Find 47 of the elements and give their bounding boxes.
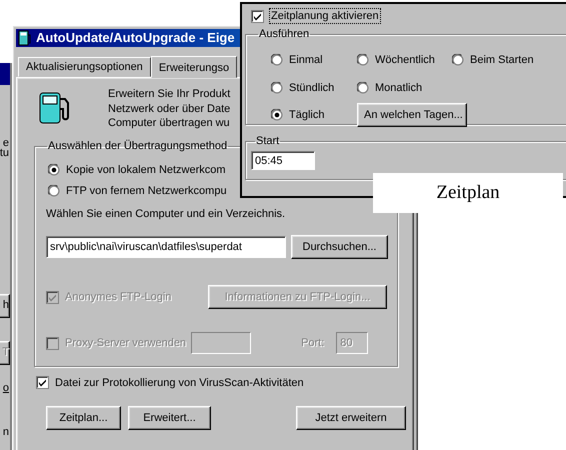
option-label[interactable]: Beim Starten <box>470 53 534 68</box>
label: n <box>2 425 9 440</box>
radio-button[interactable] <box>271 54 283 66</box>
option-label[interactable]: Monatlich <box>375 80 422 95</box>
option-label[interactable]: Täglich <box>289 108 324 122</box>
dialog-button[interactable]: Erweitert... <box>128 406 211 430</box>
dialog-button[interactable]: Jetzt erweitern <box>296 406 406 430</box>
fuel-pump-icon <box>18 30 32 46</box>
checkbox-label[interactable]: Datei zur Protokollierung von VirusScan-Aktivitäten <box>55 376 304 390</box>
dialog-button[interactable]: Zeitplan... <box>46 406 121 430</box>
option-label[interactable]: FTP von fernem Netzwerkcompu <box>66 184 227 198</box>
label: tu <box>0 146 9 160</box>
caption-tooltip: Zeitplan <box>373 173 563 213</box>
checkbox[interactable] <box>36 376 49 390</box>
radio-button[interactable] <box>271 82 283 94</box>
group-title: Start <box>255 136 280 148</box>
browse-button[interactable]: Durchsuchen... <box>291 235 388 260</box>
prompt-text: Wählen Sie einen Computer und ein Verzeichnis. <box>46 207 286 222</box>
radio-button[interactable] <box>48 164 60 176</box>
checkbox[interactable] <box>251 10 264 23</box>
intro-text: Erweitern Sie Ihr Produkt Netzwerk oder über Date Computer übertragen wu <box>108 87 230 130</box>
days-button[interactable]: An welchen Tagen... <box>357 103 467 128</box>
path-field[interactable]: srv\public\nai\viruscan\datfiles\superdat <box>46 236 286 258</box>
group-title: Ausführen <box>258 29 310 40</box>
link[interactable]: o <box>2 381 9 396</box>
checkbox-label[interactable]: Zeitplanung aktivieren <box>270 9 380 24</box>
label: e <box>2 136 9 149</box>
option-label[interactable]: Wöchentlich <box>375 53 435 68</box>
group-title: Auswählen der Übertragungsmethod <box>47 140 228 152</box>
radio-button[interactable] <box>271 109 283 122</box>
radio-button[interactable] <box>357 54 369 66</box>
radio-button[interactable] <box>48 184 60 197</box>
radio-button[interactable] <box>452 54 464 66</box>
option-label[interactable]: Kopie von lokalem Netzwerkcom <box>66 162 226 177</box>
option-label[interactable]: Einmal <box>289 53 323 68</box>
fuel-pump-icon <box>38 91 72 125</box>
checkbox-label: Proxy-Server verwenden <box>65 336 186 351</box>
proxy-field[interactable] <box>191 332 252 354</box>
tab[interactable]: Aktualisierungsoptionen <box>18 56 151 77</box>
time-field[interactable]: 05:45 <box>251 151 315 170</box>
button[interactable]: h <box>0 294 10 318</box>
port-label: Port: <box>301 336 324 351</box>
tab[interactable]: Erweiterungso <box>150 56 238 78</box>
window-title: AutoUpdate/AutoUpgrade - Eige <box>36 30 235 46</box>
option-label[interactable]: Stündlich <box>289 80 334 95</box>
checkbox-label: Anonymes FTP-Login <box>65 290 172 305</box>
radio-button[interactable] <box>357 82 369 94</box>
